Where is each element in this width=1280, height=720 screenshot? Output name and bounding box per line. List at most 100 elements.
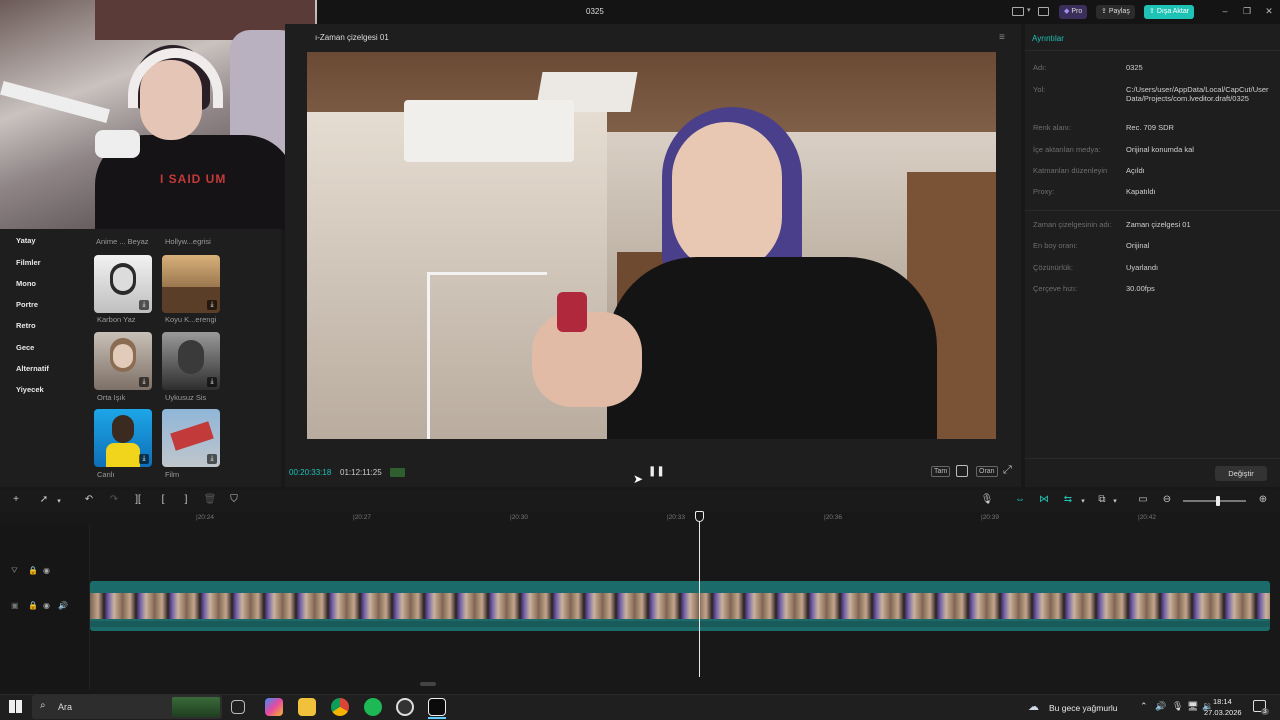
trim-right-icon[interactable]: ] bbox=[179, 494, 193, 505]
spotify-icon[interactable] bbox=[364, 698, 382, 716]
zoom-in-icon[interactable]: ⊕ bbox=[1256, 494, 1270, 505]
chevron-down-icon[interactable]: ▾ bbox=[1027, 6, 1031, 14]
menu-icon[interactable] bbox=[1038, 7, 1049, 16]
pro-label: Pro bbox=[1071, 8, 1083, 15]
filter-thumb-canli[interactable]: ⤓ bbox=[94, 409, 152, 467]
magnet-icon[interactable]: ⋈ bbox=[1037, 494, 1051, 505]
zoom-slider-thumb[interactable] bbox=[1216, 496, 1220, 506]
download-icon[interactable]: ⤓ bbox=[139, 377, 149, 387]
filter-thumb-uykusuz[interactable]: ⤓ bbox=[162, 332, 220, 390]
current-timecode: 00:20:33:18 bbox=[289, 468, 332, 477]
filter-category[interactable]: Filmler bbox=[16, 258, 41, 267]
select-tool-icon[interactable]: ➚ bbox=[37, 494, 51, 505]
lock-icon[interactable]: 🔒 bbox=[28, 566, 38, 575]
fullscreen-button[interactable]: Tam bbox=[931, 466, 951, 477]
pro-button[interactable]: ◆ Pro bbox=[1059, 5, 1088, 19]
webcam-overlay: I SAID UM bbox=[0, 0, 317, 229]
zoom-out-icon[interactable]: ⊖ bbox=[1160, 494, 1174, 505]
download-icon[interactable]: ⤓ bbox=[207, 300, 217, 310]
detail-value[interactable]: C:/Users/user/AppData/Local/CapCut/User … bbox=[1126, 85, 1271, 103]
windows-start-icon[interactable] bbox=[9, 700, 22, 713]
filter-thumb-film[interactable]: ⤓ bbox=[162, 409, 220, 467]
detail-label: Yol: bbox=[1033, 85, 1046, 94]
trim-left-icon[interactable]: [ bbox=[156, 494, 170, 505]
chevron-down-icon[interactable]: ▾ bbox=[1108, 497, 1122, 505]
total-timecode: 01:12:11:25 bbox=[340, 468, 382, 477]
snap-icon[interactable]: ⇆ bbox=[1061, 494, 1075, 505]
download-icon[interactable]: ⤓ bbox=[207, 377, 217, 387]
detail-label: Çözünürlük: bbox=[1033, 263, 1074, 272]
playhead-handle[interactable] bbox=[695, 511, 704, 522]
eye-icon[interactable]: ◉ bbox=[43, 601, 50, 610]
filter-thumb-karbon[interactable]: ⤓ bbox=[94, 255, 152, 313]
eye-icon[interactable]: ◉ bbox=[43, 566, 50, 575]
copilot-icon[interactable] bbox=[265, 698, 283, 716]
filter-category[interactable]: Alternatif bbox=[16, 364, 49, 373]
download-icon[interactable]: ⤓ bbox=[207, 454, 217, 464]
network-icon[interactable]: 🖥 bbox=[1187, 701, 1198, 712]
ruler-tick-label: |20:30 bbox=[510, 514, 528, 521]
task-view-icon[interactable] bbox=[231, 700, 245, 714]
split-icon[interactable]: ][ bbox=[131, 494, 145, 505]
delete-icon[interactable]: 🗑 bbox=[203, 494, 217, 505]
filter-category[interactable]: Yiyecek bbox=[16, 385, 44, 394]
player-menu-icon[interactable]: ≡ bbox=[999, 32, 1005, 43]
filter-category[interactable]: Gece bbox=[16, 343, 34, 352]
file-explorer-icon[interactable] bbox=[298, 698, 316, 716]
taskbar-search[interactable]: ⌕ Ara bbox=[32, 695, 222, 719]
add-icon[interactable]: + bbox=[9, 494, 23, 505]
link-icon[interactable]: ⇔ bbox=[1013, 494, 1027, 505]
horizontal-scrollbar[interactable] bbox=[420, 682, 436, 686]
chevron-down-icon[interactable]: ▾ bbox=[1076, 497, 1090, 505]
clock-date[interactable]: 27.03.2026 bbox=[1204, 708, 1242, 717]
expand-icon[interactable]: ⤢ bbox=[1003, 464, 1012, 477]
filter-thumb-koyu[interactable]: ⤓ bbox=[162, 255, 220, 313]
caption-icon[interactable]: ▭ bbox=[1136, 494, 1150, 505]
filter-category[interactable]: Portre bbox=[16, 300, 38, 309]
layout-icon[interactable] bbox=[1012, 7, 1024, 16]
playhead[interactable] bbox=[699, 512, 700, 677]
maximize-icon[interactable]: ❐ bbox=[1239, 6, 1255, 17]
player-title: ı-Zaman çizelgesi 01 bbox=[315, 33, 389, 42]
chevron-down-icon[interactable]: ▾ bbox=[52, 497, 66, 505]
filter-label: Film bbox=[165, 470, 180, 479]
ratio-button[interactable]: Oran bbox=[976, 466, 998, 477]
export-icon: ⇧ bbox=[1149, 8, 1157, 15]
share-label: Paylaş bbox=[1108, 8, 1130, 15]
shield-icon[interactable]: ⛉ bbox=[227, 494, 241, 505]
filter-thumb-orta[interactable]: ⤓ bbox=[94, 332, 152, 390]
redo-icon[interactable]: ↷ bbox=[107, 494, 121, 505]
speaker-icon[interactable]: 🔊 bbox=[1155, 701, 1166, 712]
obs-icon[interactable] bbox=[396, 698, 414, 716]
change-button[interactable]: Değiştir bbox=[1215, 466, 1267, 481]
pause-icon[interactable]: ❚❚ bbox=[648, 466, 665, 477]
share-button[interactable]: ⇪ Paylaş bbox=[1096, 5, 1135, 19]
mic-tray-icon[interactable]: 🎙 bbox=[1172, 701, 1183, 712]
shirt-text: I SAID UM bbox=[160, 172, 227, 186]
chrome-icon[interactable] bbox=[331, 698, 349, 716]
video-preview[interactable] bbox=[307, 52, 996, 439]
chevron-up-icon[interactable]: ⌃ bbox=[1140, 701, 1148, 712]
focus-icon[interactable] bbox=[956, 465, 968, 477]
filter-category[interactable]: Yatay bbox=[16, 236, 36, 245]
audio-icon[interactable]: 🔊 bbox=[58, 601, 68, 610]
filter-category[interactable]: Retro bbox=[16, 321, 36, 330]
weather-text[interactable]: Bu gece yağmurlu bbox=[1049, 703, 1118, 713]
undo-icon[interactable]: ↶ bbox=[82, 494, 96, 505]
close-icon[interactable]: ✕ bbox=[1261, 6, 1277, 17]
video-clip[interactable] bbox=[90, 581, 1270, 631]
detail-label: Renk alanı: bbox=[1033, 123, 1071, 132]
capcut-icon[interactable] bbox=[428, 698, 446, 716]
lock-icon[interactable]: 🔒 bbox=[28, 601, 38, 610]
minimize-icon[interactable]: – bbox=[1217, 6, 1233, 16]
filter-label: Orta Işık bbox=[97, 393, 126, 402]
ruler-tick-label: |20:27 bbox=[353, 514, 371, 521]
export-button[interactable]: ⇧ Dışa Aktar bbox=[1144, 5, 1195, 19]
mic-icon[interactable]: 🎙 bbox=[980, 494, 994, 505]
clock-time[interactable]: 18:14 bbox=[1213, 697, 1232, 706]
filter-category[interactable]: Mono bbox=[16, 279, 36, 288]
zoom-slider[interactable] bbox=[1183, 496, 1246, 506]
download-icon[interactable]: ⤓ bbox=[139, 300, 149, 310]
preview-axis-icon[interactable]: ⧉ bbox=[1095, 494, 1109, 505]
download-icon[interactable]: ⤓ bbox=[139, 454, 149, 464]
